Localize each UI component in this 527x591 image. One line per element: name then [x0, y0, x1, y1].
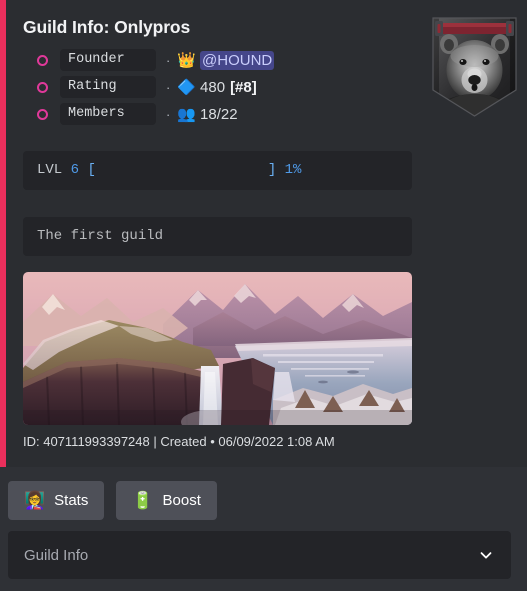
guild-crest-thumbnail[interactable]	[423, 12, 526, 120]
teacher-emoji: 👩‍🏫	[24, 491, 46, 510]
embed-content: Guild Info: Onlypros Founder · 👑 @HOUND …	[18, 0, 517, 467]
rating-value: 480	[200, 78, 226, 96]
embed-accent-bar	[0, 0, 6, 467]
message-action-buttons: 👩‍🏫 Stats 🔋 Boost	[8, 481, 217, 520]
chevron-down-icon	[480, 552, 492, 559]
crown-emoji: 👑	[177, 51, 197, 69]
embed-footer-text: ID: 407111993397248 | Created • 06/09/20…	[23, 434, 335, 449]
discord-message-screen: Guild Info: Onlypros Founder · 👑 @HOUND …	[0, 0, 527, 591]
progress-bracket-open: [	[87, 162, 96, 178]
field-row-members: Members · 👥 18/22	[23, 102, 423, 126]
stats-button-label: Stats	[54, 492, 89, 509]
guild-banner-image[interactable]	[23, 272, 412, 425]
members-value: 18/22	[200, 105, 238, 123]
field-label-rating: Rating	[60, 76, 156, 98]
field-label-members: Members	[60, 103, 156, 125]
ring-bullet-icon	[37, 108, 48, 120]
level-keyword: LVL	[37, 162, 63, 178]
field-row-rating: Rating · 🔷 480 [#8]	[23, 75, 423, 99]
field-separator: ·	[166, 106, 171, 122]
select-placeholder: Guild Info	[24, 546, 89, 564]
guild-description-block: The first guild	[23, 217, 412, 256]
boost-button[interactable]: 🔋 Boost	[116, 481, 217, 520]
field-separator: ·	[166, 52, 171, 68]
guild-field-list: Founder · 👑 @HOUND Rating · 🔷 480 [#8] M…	[23, 48, 423, 129]
battery-emoji: 🔋	[132, 491, 154, 510]
level-progress-block: LVL 6 [] 1%	[23, 151, 412, 190]
level-percent: 1%	[284, 162, 302, 178]
founder-mention[interactable]: @HOUND	[200, 50, 275, 70]
gem-emoji: 🔷	[177, 78, 197, 96]
boost-button-label: Boost	[162, 492, 201, 509]
rating-rank: [#8]	[230, 78, 257, 96]
progress-bracket-close: ]	[267, 162, 277, 178]
guild-info-embed: Guild Info: Onlypros Founder · 👑 @HOUND …	[0, 0, 527, 467]
stats-button[interactable]: 👩‍🏫 Stats	[8, 481, 105, 520]
guild-info-select-menu[interactable]: Guild Info	[8, 531, 511, 579]
page-title: Guild Info: Onlypros	[23, 17, 191, 37]
busts-in-silhouette-emoji: 👥	[177, 105, 197, 123]
field-row-founder: Founder · 👑 @HOUND	[23, 48, 423, 72]
ring-bullet-icon	[37, 81, 48, 93]
field-label-founder: Founder	[60, 49, 156, 71]
field-separator: ·	[166, 79, 171, 95]
ring-bullet-icon	[37, 54, 48, 66]
level-number: 6	[70, 162, 80, 178]
